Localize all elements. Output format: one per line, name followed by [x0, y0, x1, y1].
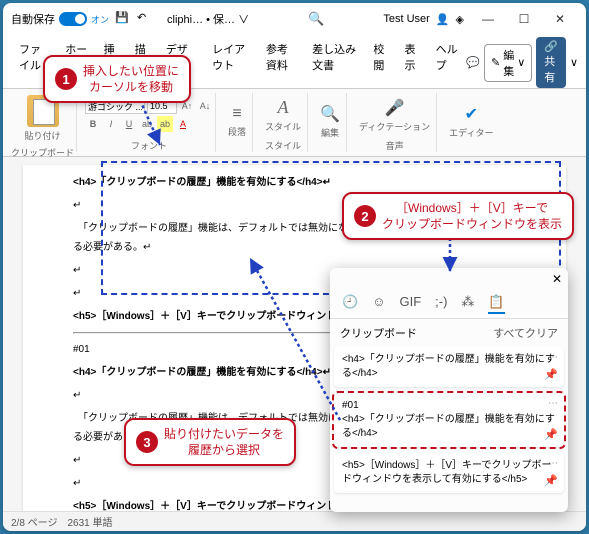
search-small-icon: 🔍	[320, 104, 340, 124]
popup-close-button[interactable]: ✕	[552, 272, 562, 286]
clipboard-category-row: 🕘 ☺ GIF ;-) ⁂ 📋	[330, 290, 568, 319]
maximize-button[interactable]: ☐	[506, 5, 542, 33]
callout-badge: 1	[55, 68, 77, 90]
emoji-icon[interactable]: ☺	[372, 294, 385, 314]
callout-text: 挿入したい位置に カーソルを移動	[83, 63, 179, 95]
ribbon-group-voice: 🎤 ディクテーション 音声	[353, 93, 437, 152]
tab-review[interactable]: 校閲	[365, 37, 396, 88]
strike-button[interactable]: ab	[139, 116, 155, 132]
minimize-button[interactable]: —	[470, 5, 506, 33]
callout-badge: 2	[354, 205, 376, 227]
callout-text: 貼り付けたいデータを 履歴から選択	[164, 426, 284, 458]
user-avatar-icon[interactable]: 👤	[436, 13, 450, 26]
undo-icon[interactable]: ↶	[137, 11, 153, 27]
ribbon-group-editor: ✔ エディター	[443, 93, 499, 152]
pin-icon[interactable]: 📌	[544, 368, 558, 383]
statusbar: 2/8 ページ 2631 単語	[3, 511, 586, 531]
page-indicator[interactable]: 2/8 ページ	[11, 514, 57, 529]
autosave-state: オン	[91, 13, 109, 26]
ribbon-group-styles: A スタイル スタイル	[259, 93, 308, 152]
ribbon-group-paragraph: ≡ 段落	[222, 93, 253, 152]
bold-button[interactable]: B	[85, 116, 101, 132]
symbols-icon[interactable]: ⁂	[461, 294, 474, 314]
callout-1: 1 挿入したい位置に カーソルを移動	[43, 55, 191, 103]
tab-help[interactable]: ヘルプ	[428, 37, 467, 88]
edit-mode-button[interactable]: ✎ 編集 ∨	[484, 44, 532, 82]
pin-icon[interactable]: 📌	[544, 428, 558, 443]
paragraph-icon: ≡	[232, 105, 241, 123]
font-color-button[interactable]: A	[175, 116, 191, 132]
styles-button[interactable]: A スタイル	[261, 95, 305, 135]
autosave-label: 自動保存	[11, 11, 55, 27]
tab-references[interactable]: 参考資料	[258, 37, 304, 88]
titlebar: 自動保存 オン 💾 ↶ cliphi… • 保… ∨ 🔍 Test User 👤…	[3, 3, 586, 35]
font-group-label: フォント	[131, 137, 167, 152]
italic-button[interactable]: I	[103, 116, 119, 132]
styles-icon: A	[278, 97, 289, 118]
microphone-icon: 🎤	[385, 98, 405, 118]
document-title[interactable]: cliphi… • 保… ∨	[167, 11, 249, 27]
editor-icon: ✔	[465, 104, 478, 124]
tab-layout[interactable]: レイアウト	[204, 37, 258, 88]
share-button[interactable]: 🔗 共有	[536, 37, 566, 88]
clipboard-item[interactable]: ⋯ <h5>［Windows］＋［V］キーでクリップボードウィンドウを表示して有…	[334, 453, 564, 493]
clipboard-item-selected[interactable]: ⋯ #01 <h4>「クリップボードの履歴」機能を有効にする</h4> 📌	[334, 393, 564, 447]
callout-text: ［Windows］＋［V］キーで クリップボードウィンドウを表示	[382, 200, 562, 232]
callout-2: 2 ［Windows］＋［V］キーで クリップボードウィンドウを表示	[342, 192, 574, 240]
window-controls: — ☐ ✕	[470, 5, 578, 33]
paragraph-button[interactable]: ≡ 段落	[224, 103, 250, 140]
search-icon[interactable]: 🔍	[308, 11, 324, 27]
decrease-font-icon[interactable]: A↓	[197, 98, 213, 114]
styles-group-label: スタイル	[265, 137, 301, 152]
word-count[interactable]: 2631 単語	[67, 514, 112, 529]
close-button[interactable]: ✕	[542, 5, 578, 33]
save-icon[interactable]: 💾	[115, 11, 131, 27]
comment-icon[interactable]: 💬	[466, 56, 480, 69]
pin-icon[interactable]: 📌	[544, 474, 558, 489]
dictation-button[interactable]: 🎤 ディクテーション	[355, 96, 434, 135]
item-menu-icon[interactable]: ⋯	[548, 457, 558, 471]
gif-icon[interactable]: GIF	[399, 294, 421, 314]
tab-mailings[interactable]: 差し込み文書	[304, 37, 365, 88]
highlight-button[interactable]: ab	[157, 116, 173, 132]
editor-button[interactable]: ✔ エディター	[445, 102, 497, 141]
clipboard-tab-icon[interactable]: 📋	[488, 294, 504, 314]
clear-all-button[interactable]: すべてクリア	[493, 325, 558, 341]
clipboard-item[interactable]: ⋯ <h4>「クリップボードの履歴」機能を有効にする</h4> 📌	[334, 347, 564, 387]
voice-group-label: 音声	[386, 137, 404, 152]
callout-3: 3 貼り付けたいデータを 履歴から選択	[124, 418, 296, 466]
kaomoji-icon[interactable]: ;-)	[435, 294, 447, 314]
user-name[interactable]: Test User	[383, 13, 429, 25]
doc-line: <h4>「クリップボードの履歴」機能を有効にする</h4>↵	[73, 173, 516, 192]
tab-view[interactable]: 表示	[397, 37, 428, 88]
item-menu-icon[interactable]: ⋯	[548, 397, 558, 411]
diamond-icon[interactable]: ◈	[456, 13, 464, 26]
clock-icon[interactable]: 🕘	[342, 294, 358, 314]
underline-button[interactable]: U	[121, 116, 137, 132]
editing-button[interactable]: 🔍 編集	[316, 102, 344, 141]
toggle-switch[interactable]	[59, 12, 87, 26]
chevron-down-icon[interactable]: ∨	[570, 56, 578, 69]
clipboard-history-popup: ✕ 🕘 ☺ GIF ;-) ⁂ 📋 クリップボード すべてクリア ⋯ <h4>「…	[330, 268, 568, 512]
clipboard-items-list: ⋯ <h4>「クリップボードの履歴」機能を有効にする</h4> 📌 ⋯ #01 …	[330, 347, 568, 512]
callout-badge: 3	[136, 431, 158, 453]
ribbon-group-editing: 🔍 編集	[314, 93, 347, 152]
item-menu-icon[interactable]: ⋯	[548, 351, 558, 365]
clipboard-title: クリップボード	[340, 325, 417, 341]
autosave-toggle[interactable]: 自動保存 オン	[11, 11, 109, 27]
